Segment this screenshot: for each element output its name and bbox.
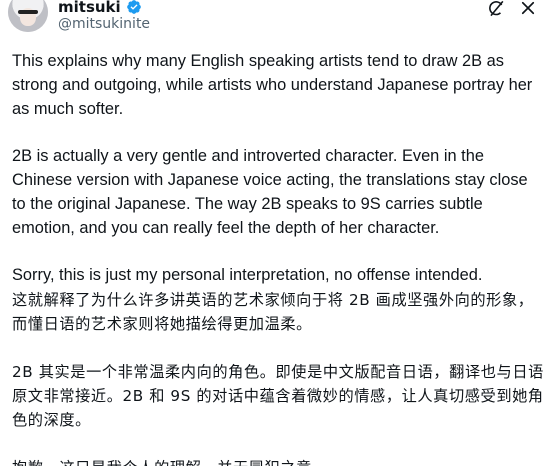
post-paragraph-en-1: This explains why many English speaking …: [12, 52, 533, 118]
author-display-name[interactable]: mitsuki: [58, 0, 121, 16]
post-actions: [486, 0, 538, 18]
grok-icon[interactable]: [486, 0, 506, 18]
post-paragraph-en-3: Sorry, this is just my personal interpre…: [12, 266, 483, 285]
close-icon[interactable]: [518, 0, 538, 18]
post-paragraph-zh-1: 这就解释了为什么许多讲英语的艺术家倾向于将 2B 画成坚强外向的形象，而懂日语的…: [12, 290, 534, 333]
post-paragraph-zh-3: 抱歉，这只是我个人的理解，并无冒犯之意。: [12, 456, 544, 466]
post-paragraph-zh-2: 2B 其实是一个非常温柔内向的角色。即使是中文版配音日语，翻译也与日语原文非常接…: [12, 362, 544, 429]
author-name-row: mitsuki: [58, 0, 142, 16]
post-paragraph-en-2: 2B is actually a very gentle and introve…: [12, 147, 528, 237]
author-handle[interactable]: @mitsukinite: [58, 16, 150, 32]
avatar[interactable]: [8, 0, 48, 32]
post-header: mitsuki @mitsukinite: [0, 0, 550, 44]
post-body: This explains why many English speaking …: [12, 50, 544, 466]
verified-badge-icon: [126, 0, 142, 15]
post-card: mitsuki @mitsukinite This explains why m…: [0, 0, 550, 466]
